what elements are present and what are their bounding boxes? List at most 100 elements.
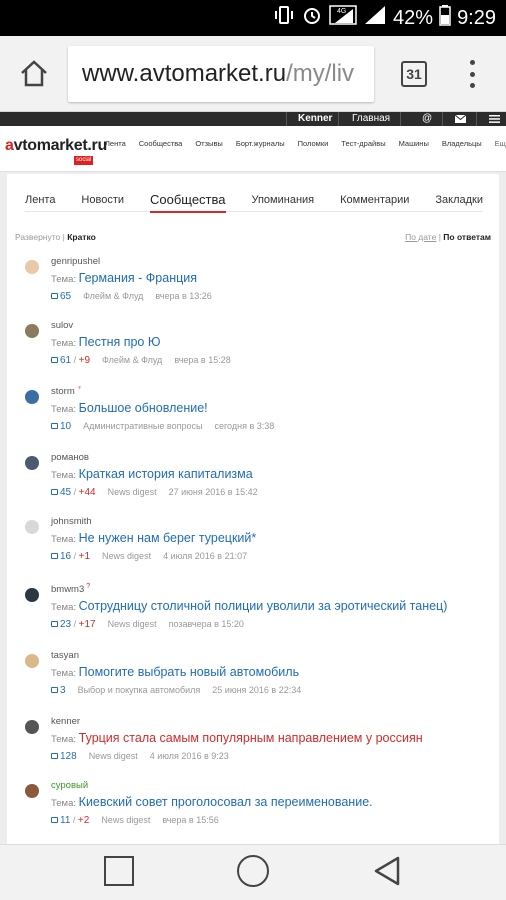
new-comments-count[interactable]: +9 xyxy=(79,355,90,366)
topic-line: Тема: Не нужен нам берег турецкий* xyxy=(51,531,257,545)
site-nav-item[interactable]: Лента xyxy=(105,139,126,148)
back-button[interactable] xyxy=(372,855,402,887)
community-link[interactable]: News digest xyxy=(108,487,157,497)
tab-switcher-button[interactable]: 31 xyxy=(401,61,427,87)
avatar[interactable] xyxy=(25,456,39,470)
topic-title-link[interactable]: Большое обновление! xyxy=(79,401,208,415)
topic-meta: 61 / +9 Флейм & Флуд вчера в 15:28 xyxy=(51,355,231,366)
avatar[interactable] xyxy=(25,324,39,338)
post-date: вчера в 15:28 xyxy=(174,355,231,365)
site-nav-item[interactable]: Отзывы xyxy=(195,139,222,148)
comment-count[interactable]: 3 xyxy=(60,685,66,696)
new-comments-count[interactable]: +2 xyxy=(78,815,89,826)
view-expanded-link[interactable]: Развернуто xyxy=(15,232,60,242)
community-link[interactable]: Флейм & Флуд xyxy=(83,291,143,301)
topic-line: Тема: Пестня про Ю xyxy=(51,335,161,349)
site-nav: avtomarket.ru social Лента Сообщества Отзы… xyxy=(0,126,506,172)
author-name[interactable]: genripushel xyxy=(51,256,100,267)
avatar[interactable] xyxy=(25,520,39,534)
site-nav-item[interactable]: Владельцы xyxy=(442,139,482,148)
site-nav-item[interactable]: Ещё xyxy=(495,139,506,148)
avatar[interactable] xyxy=(25,784,39,798)
site-nav-item[interactable]: Поломки xyxy=(298,139,329,148)
topic-title-link[interactable]: Краткая история капитализма xyxy=(79,467,253,481)
list-item: романов Тема: Краткая история капитализм… xyxy=(19,452,479,512)
comment-count[interactable]: 10 xyxy=(60,421,71,432)
clock: 9:29 xyxy=(457,6,496,29)
community-link[interactable]: News digest xyxy=(89,751,138,761)
avatar[interactable] xyxy=(25,390,39,404)
tab-1[interactable]: Новости xyxy=(81,184,124,212)
community-link[interactable]: News digest xyxy=(108,619,157,629)
topic-title-link[interactable]: Не нужен нам берег турецкий* xyxy=(79,531,257,545)
author-name[interactable]: tasyan xyxy=(51,650,79,661)
list-item: tasyan Тема: Помогите выбрать новый авто… xyxy=(19,650,479,710)
author-name[interactable]: романов xyxy=(51,452,89,463)
author-name[interactable]: суровый xyxy=(51,780,88,791)
new-comments-count[interactable]: +17 xyxy=(79,619,96,630)
avatar[interactable] xyxy=(25,588,39,602)
topic-title-link[interactable]: Германия - Франция xyxy=(79,271,197,285)
home-button[interactable] xyxy=(237,855,269,887)
avatar[interactable] xyxy=(25,260,39,274)
community-link[interactable]: News digest xyxy=(102,551,151,561)
author-name[interactable]: sulov xyxy=(51,320,73,331)
mentions-icon[interactable]: @ xyxy=(422,113,432,124)
comment-count[interactable]: 65 xyxy=(60,291,71,302)
topic-title-link[interactable]: Киевский совет проголосовал за переимено… xyxy=(79,795,373,809)
tab-4[interactable]: Комментарии xyxy=(340,184,409,212)
current-user-link[interactable]: Kenner xyxy=(298,113,332,124)
comment-count[interactable]: 11 xyxy=(60,815,70,826)
list-item: bmwm3? Тема: Сотрудницу столичной полици… xyxy=(19,583,479,644)
author-name[interactable]: kenner xyxy=(51,716,80,727)
comment-count[interactable]: 16 xyxy=(60,551,71,562)
svg-text:4G: 4G xyxy=(337,8,346,15)
menu-icon[interactable] xyxy=(489,115,500,126)
recents-button[interactable] xyxy=(104,856,134,886)
home-link[interactable]: Главная xyxy=(352,113,390,124)
post-date: 4 июля 2016 в 21:07 xyxy=(163,551,248,561)
new-comments-count[interactable]: +1 xyxy=(79,551,90,562)
view-options: Развернуто | Кратко По дате | По ответам xyxy=(15,232,491,242)
mail-icon[interactable] xyxy=(454,114,467,126)
view-short-link[interactable]: Кратко xyxy=(67,232,96,242)
topic-title-link[interactable]: Турция стала самым популярным направлени… xyxy=(79,731,423,745)
topic-title-link[interactable]: Пестня про Ю xyxy=(79,335,161,349)
community-link[interactable]: Флейм & Флуд xyxy=(102,355,162,365)
author-name[interactable]: storm ♆ xyxy=(51,385,82,397)
user-badge-icon: ♆ xyxy=(76,385,82,392)
list-item: sulov Тема: Пестня про Ю 61 / +9 Флейм & … xyxy=(19,320,479,380)
comment-count[interactable]: 45 xyxy=(60,487,71,498)
author-name[interactable]: johnsmith xyxy=(51,516,92,527)
community-link[interactable]: News digest xyxy=(101,815,150,825)
comment-count[interactable]: 128 xyxy=(60,751,77,762)
site-nav-item[interactable]: Машины xyxy=(399,139,429,148)
sort-by-date-link[interactable]: По дате xyxy=(405,232,436,242)
tab-2[interactable]: Сообщества xyxy=(149,184,226,213)
avatar[interactable] xyxy=(25,654,39,668)
more-vert-icon[interactable] xyxy=(468,60,476,88)
comment-count[interactable]: 61 xyxy=(60,355,71,366)
new-comments-count[interactable]: +44 xyxy=(79,487,96,498)
site-nav-item[interactable]: Борт.журналы xyxy=(236,139,285,148)
avatar[interactable] xyxy=(25,720,39,734)
site-nav-item[interactable]: Сообщества xyxy=(139,139,183,148)
author-name[interactable]: bmwm3? xyxy=(51,583,90,595)
topic-title-link[interactable]: Помогите выбрать новый автомобиль xyxy=(79,665,299,679)
comment-icon xyxy=(51,423,58,429)
community-link[interactable]: Административные вопросы xyxy=(83,421,202,431)
post-date: 25 июня 2016 в 22:34 xyxy=(212,685,302,695)
home-icon[interactable] xyxy=(18,58,50,90)
site-logo[interactable]: avtomarket.ru xyxy=(5,137,107,155)
battery-level: 42% xyxy=(393,6,434,29)
tab-5[interactable]: Закладки xyxy=(435,184,483,212)
tab-0[interactable]: Лента xyxy=(25,184,55,212)
comment-count[interactable]: 23 xyxy=(60,619,71,630)
url-bar[interactable]: www.avtomarket.ru/my/liv xyxy=(68,46,374,102)
tab-3[interactable]: Упоминания xyxy=(251,184,314,212)
comment-icon xyxy=(51,357,58,363)
sort-by-answers-link[interactable]: По ответам xyxy=(443,232,491,242)
community-link[interactable]: Выбор и покупка автомобиля xyxy=(78,685,201,695)
site-nav-item[interactable]: Тест-драйвы xyxy=(341,139,385,148)
topic-title-link[interactable]: Сотрудницу столичной полиции уволили за … xyxy=(79,599,448,613)
